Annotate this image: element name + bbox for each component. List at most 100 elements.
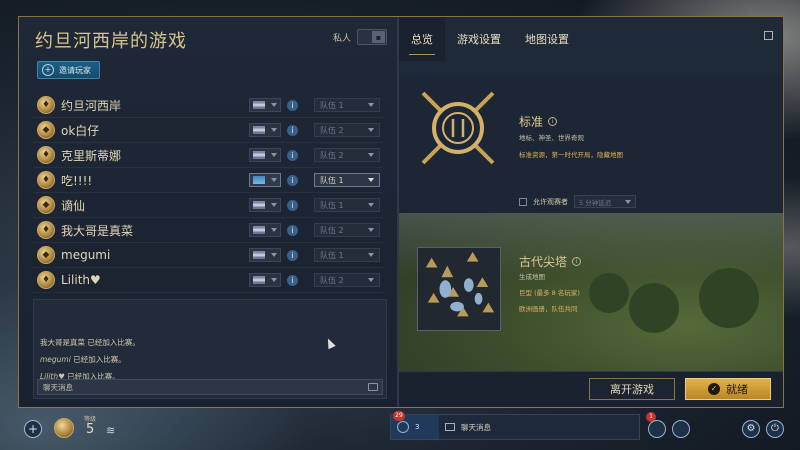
team-value: 队伍 2 [320, 125, 344, 135]
team-select[interactable]: 队伍 1 [314, 98, 380, 112]
chevron-down-icon [271, 128, 277, 132]
info-icon[interactable]: i [287, 224, 298, 236]
player-name[interactable]: Lilith♥ [61, 273, 241, 287]
info-icon[interactable]: i [287, 274, 298, 286]
player-row: ♦ 吃!!!! i 队伍 1 [33, 168, 383, 193]
civ-select[interactable] [249, 198, 281, 212]
chat-input[interactable]: 聊天消息 [37, 379, 383, 395]
player-name[interactable]: 克里斯蒂娜 [61, 147, 241, 164]
team-select[interactable]: 队伍 2 [314, 273, 380, 287]
invite-players-button[interactable]: + 邀请玩家 [37, 61, 100, 79]
info-icon[interactable]: i [287, 124, 298, 136]
civ-select[interactable] [249, 173, 281, 187]
player-name[interactable]: 约旦河西岸 [61, 97, 241, 114]
player-name[interactable]: 我大哥是真菜 [61, 222, 241, 239]
team-value: 队伍 1 [320, 200, 344, 210]
civ-select[interactable] [249, 148, 281, 162]
tab-map-settings[interactable]: 地图设置 [513, 17, 581, 61]
civ-select[interactable] [249, 123, 281, 137]
minimize-icon[interactable] [764, 31, 773, 40]
team-value: 队伍 1 [320, 250, 344, 260]
flag-icon [253, 201, 265, 209]
private-toggle[interactable]: ▪ [357, 29, 387, 45]
ready-label: 就绪 [726, 383, 748, 396]
map-thumbnail[interactable] [417, 247, 501, 331]
footer-bar: + 等级 5 ≋ 29 3 聊天消息 1 ⚙ ⏻ [0, 408, 800, 450]
info-icon[interactable]: i [287, 149, 298, 161]
player-list: ♦ 约旦河西岸 i 队伍 1 ◆ ok白仔 i 队伍 2 ♦ 克里斯蒂娜 i 队… [33, 93, 383, 293]
flag-icon [253, 101, 265, 109]
friends-button[interactable]: 29 3 [391, 411, 439, 439]
team-value: 队伍 1 [320, 175, 344, 185]
team-select[interactable]: 队伍 2 [314, 123, 380, 137]
checkmark-icon: ✓ [708, 383, 720, 395]
friends-badge: 29 [393, 411, 405, 421]
chat-player: 我大哥是真菜 [40, 338, 85, 347]
spectators-checkbox[interactable] [519, 197, 527, 206]
civ-select[interactable] [249, 98, 281, 112]
level-value: 5 [86, 422, 95, 437]
mode-description: 标准资源，第一时代开局，隐藏地图 [519, 151, 623, 159]
player-name[interactable]: ok白仔 [61, 122, 241, 139]
info-icon[interactable]: i [287, 99, 298, 111]
info-icon[interactable]: i [287, 199, 298, 211]
player-name[interactable]: megumi [61, 248, 241, 262]
rank-icon[interactable] [54, 418, 74, 438]
chat-tab-label: 聊天消息 [461, 422, 491, 432]
civ-select[interactable] [249, 223, 281, 237]
private-toggle-group: 私人 ▪ [333, 29, 387, 45]
avatar[interactable]: ♦ [37, 96, 55, 114]
team-select[interactable]: 队伍 1 [314, 198, 380, 212]
lock-icon: ▪ [372, 31, 385, 43]
notifications-button[interactable] [648, 420, 666, 438]
mode-subtitle: 地标、神圣、世界奇观 [519, 134, 584, 142]
avatar[interactable]: ♦ [37, 171, 55, 189]
info-icon[interactable]: i [572, 257, 582, 266]
avatar[interactable]: ♦ [37, 271, 55, 289]
player-name[interactable]: 吃!!!! [61, 172, 241, 189]
info-icon[interactable]: i [287, 249, 298, 261]
leave-game-button[interactable]: 离开游戏 [589, 378, 675, 400]
team-select[interactable]: 队伍 2 [314, 223, 380, 237]
info-icon[interactable]: i [287, 174, 298, 186]
chevron-down-icon [271, 103, 277, 107]
private-label: 私人 [332, 33, 351, 44]
settings-tabs: 总览 游戏设置 地图设置 [399, 17, 783, 61]
team-value: 队伍 1 [320, 100, 344, 110]
chevron-down-icon [368, 128, 374, 132]
tab-game-settings[interactable]: 游戏设置 [445, 17, 513, 61]
tab-overview[interactable]: 总览 [399, 17, 445, 61]
spectator-delay-select[interactable]: 5 分钟延迟 [574, 195, 636, 208]
chevron-down-icon [271, 228, 277, 232]
chat-bubble-icon[interactable] [368, 383, 378, 391]
player-row: ♦ 克里斯蒂娜 i 队伍 2 [33, 143, 383, 168]
civ-select[interactable] [249, 248, 281, 262]
avatar[interactable]: ◆ [37, 196, 55, 214]
friends-icon [397, 421, 409, 433]
avatar[interactable]: ♦ [37, 221, 55, 239]
ready-button[interactable]: ✓ 就绪 [685, 378, 771, 400]
team-select[interactable]: 队伍 2 [314, 148, 380, 162]
power-button[interactable]: ⏻ [766, 420, 784, 438]
mode-title: 标准 i [519, 113, 558, 130]
player-name[interactable]: 谪仙 [61, 197, 241, 214]
avatar[interactable]: ◆ [37, 121, 55, 139]
mode-title-text: 标准 [519, 115, 544, 129]
team-select[interactable]: 队伍 1 [314, 248, 380, 262]
chevron-down-icon [368, 153, 374, 157]
crossed-swords-shield-icon [421, 91, 495, 165]
flag-icon [253, 226, 265, 234]
mail-button[interactable] [672, 420, 690, 438]
avatar[interactable]: ♦ [37, 146, 55, 164]
info-icon[interactable]: i [548, 117, 558, 126]
chevron-down-icon [368, 178, 374, 182]
add-button[interactable]: + [24, 420, 42, 438]
team-select[interactable]: 队伍 1 [314, 173, 380, 187]
invite-players-label: 邀请玩家 [59, 65, 91, 75]
avatar[interactable]: ◆ [37, 246, 55, 264]
civ-select[interactable] [249, 273, 281, 287]
social-chat-bar[interactable]: 29 3 聊天消息 [390, 411, 640, 440]
settings-button[interactable]: ⚙ [742, 420, 760, 438]
player-row: ◆ ok白仔 i 队伍 2 [33, 118, 383, 143]
chat-player: megumi [40, 355, 71, 364]
